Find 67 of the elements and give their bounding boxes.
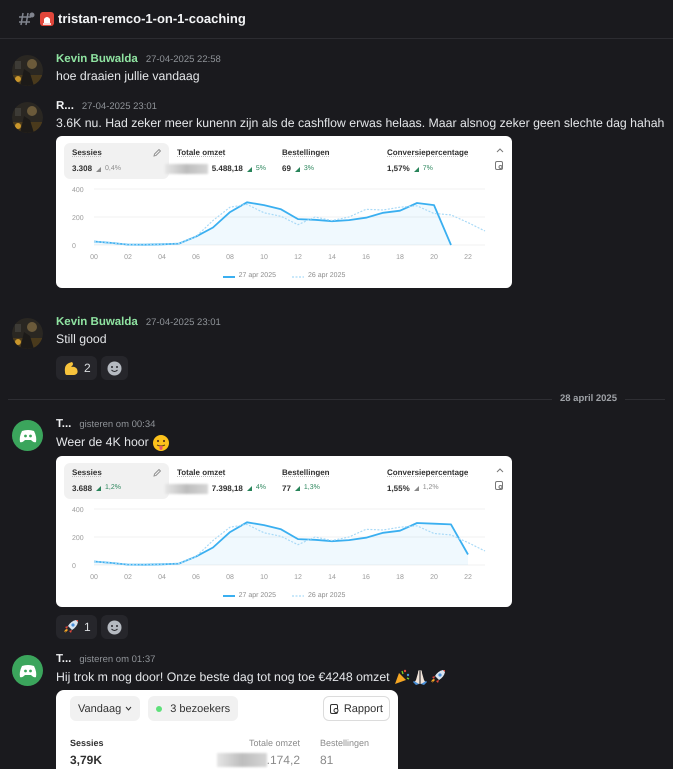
visitor-text: 3 bezoekers — [170, 702, 230, 716]
live-dot-icon — [156, 706, 162, 712]
author-name[interactable]: R... — [56, 98, 74, 116]
channel-name[interactable]: tristan-remco-1-on-1-coaching — [58, 9, 246, 29]
period-dropdown[interactable]: Vandaag — [70, 696, 140, 722]
legend-line-icon — [222, 274, 235, 278]
message-text: Still good — [56, 331, 107, 348]
report-icon[interactable] — [495, 161, 504, 170]
reaction-button[interactable]: 2 — [56, 356, 97, 380]
author-name[interactable]: T... — [56, 416, 72, 434]
caret-icon — [125, 706, 132, 712]
metric-label: Sessies — [70, 737, 105, 750]
game-controller-icon — [18, 664, 36, 678]
legend-line-icon — [292, 594, 304, 598]
legend-line-icon — [222, 594, 235, 598]
metric-value: .174,2 — [266, 752, 300, 769]
metric-label: Conversiepercentage — [387, 147, 468, 160]
timestamp: 27-04-2025 23:01 — [146, 316, 221, 330]
metric-label: Conversiepercentage — [387, 466, 468, 478]
metric-value: 1,57% — [387, 163, 410, 176]
timestamp: 27-04-2025 22:58 — [146, 53, 221, 67]
metric-label: Bestellingen — [282, 466, 330, 478]
timestamp: gisteren om 00:34 — [79, 418, 156, 432]
report-button[interactable]: Rapport — [322, 696, 390, 722]
rocket-icon — [62, 618, 80, 636]
chevron-up-icon[interactable] — [496, 466, 504, 472]
metric-label: Sessies — [72, 466, 102, 478]
chevron-up-icon[interactable] — [496, 147, 504, 154]
reaction-button[interactable]: 1 — [56, 615, 97, 639]
metric-value: 1,55% — [387, 482, 410, 494]
pencil-icon — [153, 149, 161, 158]
message-text: hoe draaien jullie vandaag — [56, 68, 200, 86]
message-text: Hij trok m nog door! Onze beste dag tot nog toe €4248 omzet — [56, 668, 390, 686]
message-text: Weer de 4K hoor — [56, 434, 149, 451]
date-divider: 28 april 2025 — [560, 392, 617, 406]
metric-label: Totale omzet — [248, 737, 300, 750]
flexed-arm-icon — [62, 359, 80, 377]
thread-channel-icon — [18, 11, 36, 27]
metric-label: Totale omzet — [177, 147, 226, 160]
metric-value: 5.488,18 — [212, 163, 243, 176]
author-name[interactable]: T... — [56, 651, 72, 668]
timestamp: 27-04-2025 23:01 — [82, 100, 157, 114]
metric-value: 3.688 — [72, 482, 92, 494]
siren-icon — [40, 12, 54, 26]
report-icon[interactable] — [495, 480, 504, 490]
metric-label: Bestellingen — [282, 147, 330, 160]
metric-label: Sessies — [72, 147, 102, 160]
author-name[interactable]: Kevin Buwalda — [56, 51, 138, 68]
legend-line-icon — [292, 274, 304, 278]
metric-value: 77 — [282, 482, 291, 494]
metric-value: 7.398,18 — [212, 482, 243, 494]
author-name[interactable]: Kevin Buwalda — [56, 314, 138, 331]
pencil-icon — [153, 468, 161, 476]
metric-value: 3.308 — [72, 163, 92, 176]
message-text: 3.6K nu. Had zeker meer kunenn zijn als de cashflow erwas helaas. Maar alsnog zeker geen slechte dag hahah — [56, 115, 664, 132]
add-reaction-button[interactable] — [100, 615, 128, 639]
add-reaction-button[interactable] — [100, 356, 128, 380]
metric-value: 81 — [320, 752, 334, 769]
game-controller-icon — [18, 428, 36, 443]
metric-value: 3,79K — [70, 752, 102, 769]
metric-value: 69 — [282, 163, 291, 176]
metric-label: Totale omzet — [177, 466, 226, 478]
smiley-icon — [106, 360, 122, 376]
report-icon — [330, 704, 340, 714]
metric-label: Bestellingen — [320, 737, 370, 750]
timestamp: gisteren om 01:37 — [79, 653, 156, 667]
smiley-icon — [106, 620, 122, 634]
